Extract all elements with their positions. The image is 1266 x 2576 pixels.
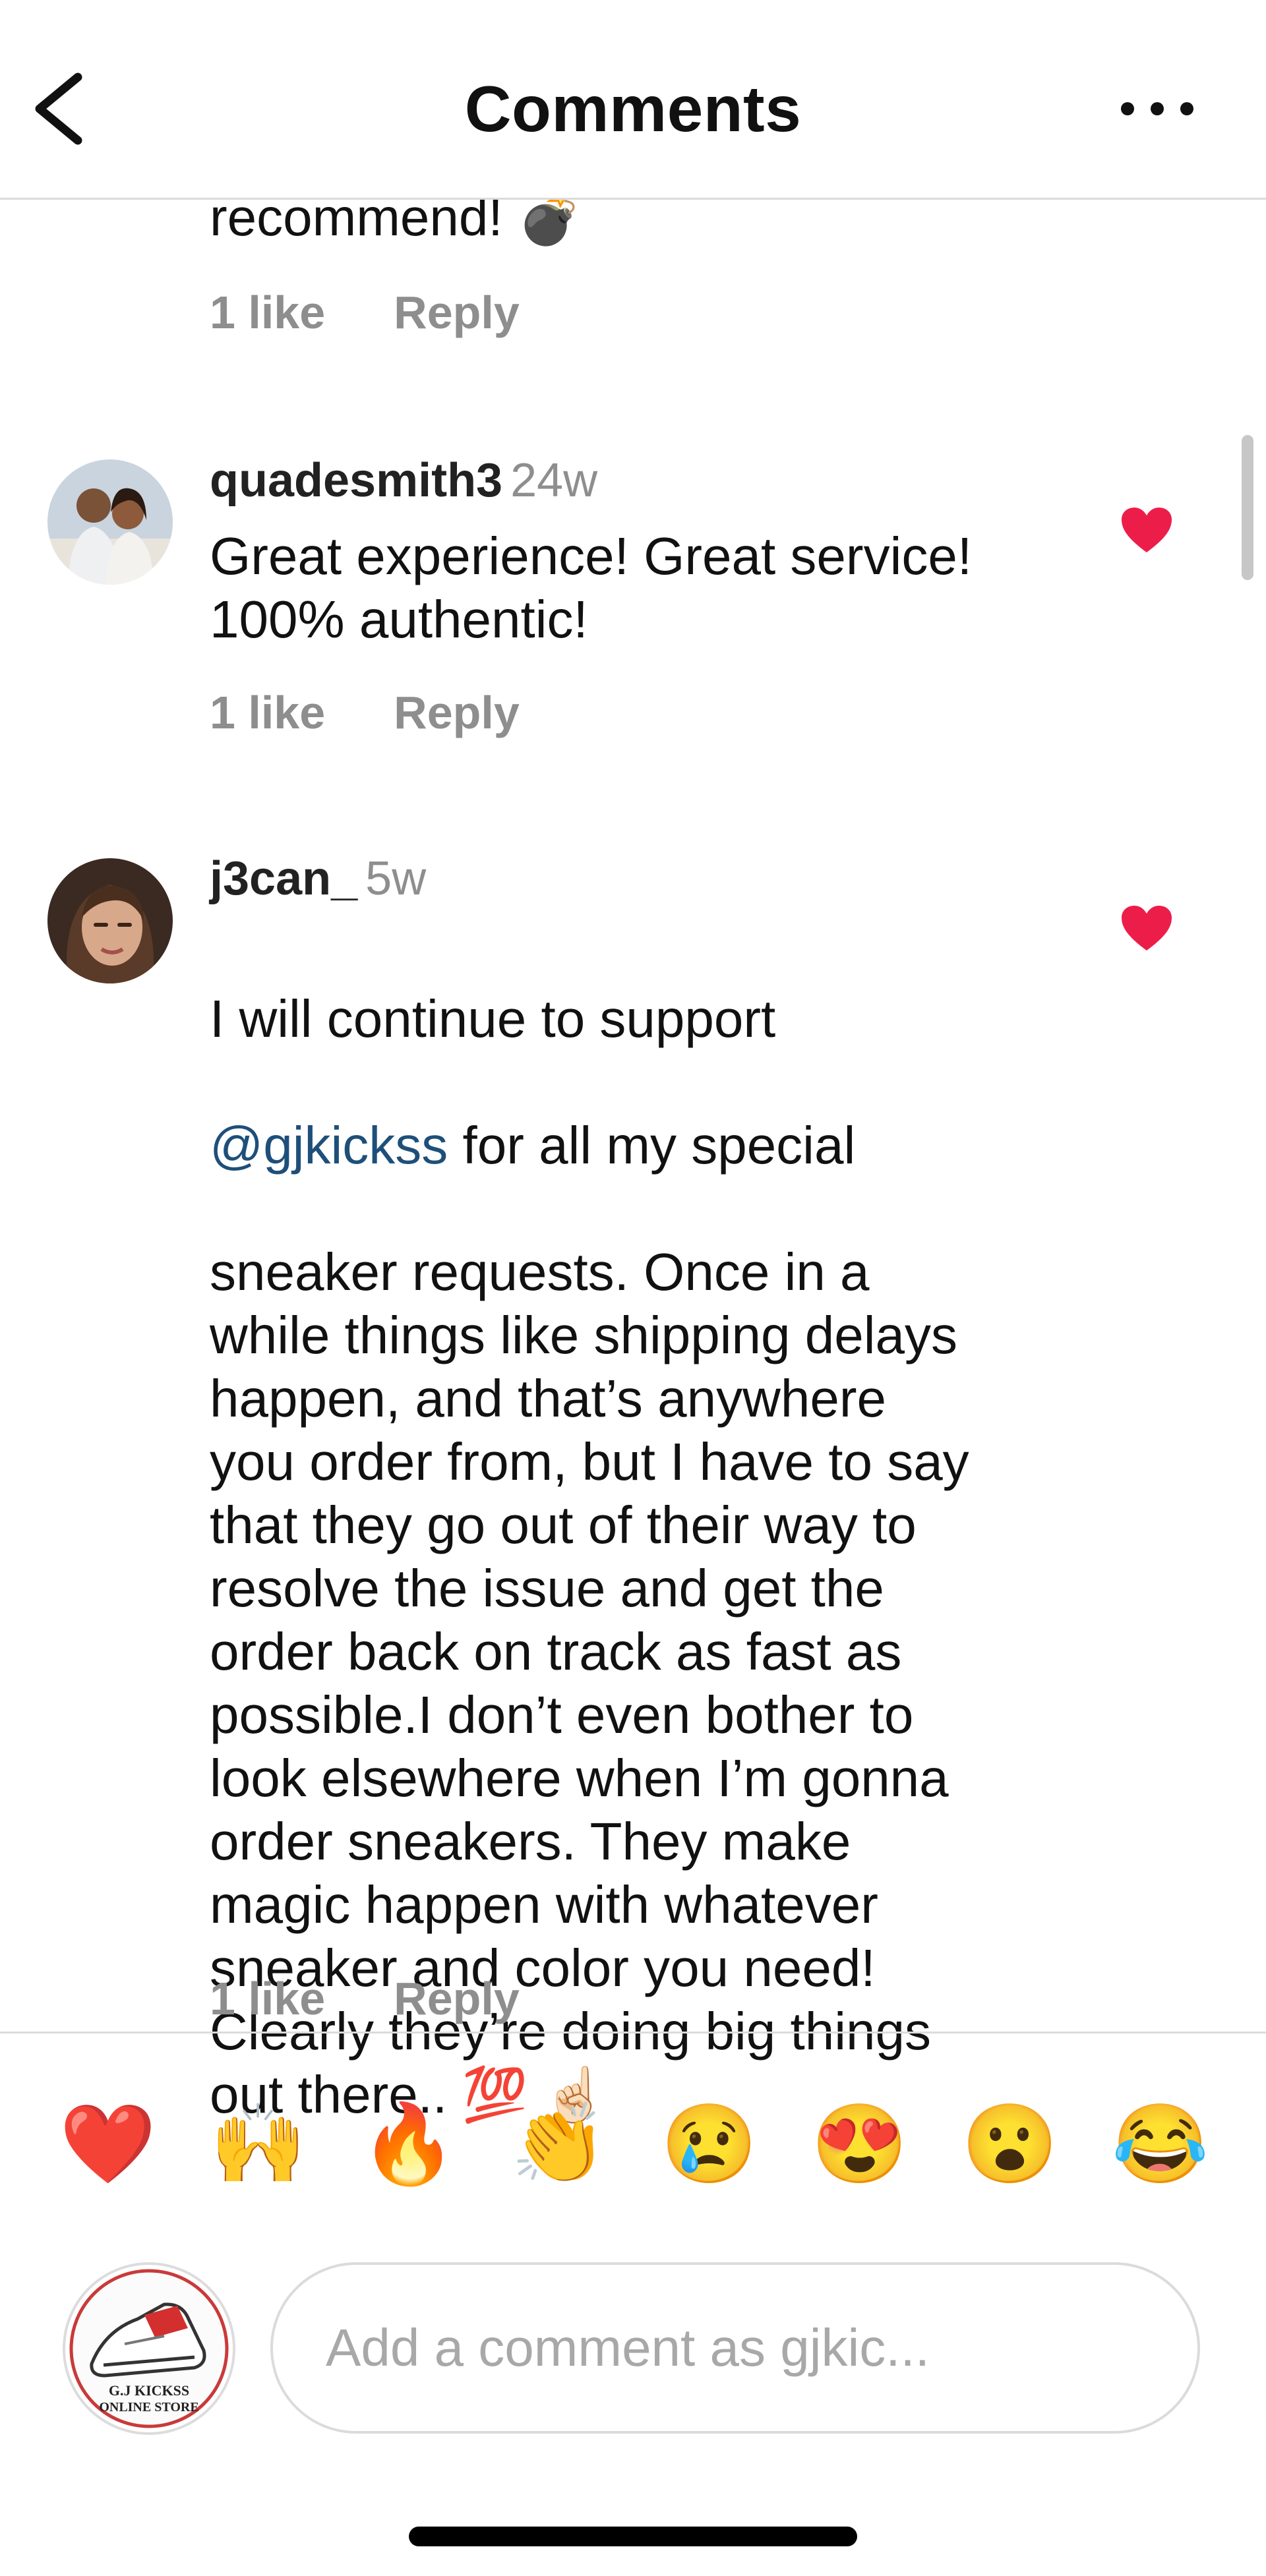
emoji-heart-eyes-button[interactable]: 😍	[811, 2098, 908, 2190]
emoji-crying-button[interactable]: 😢	[661, 2098, 758, 2190]
emoji-clap-button[interactable]: 👏	[510, 2098, 607, 2190]
more-options-button[interactable]	[1114, 89, 1200, 129]
emoji-surprised-button[interactable]: 😮	[961, 2098, 1058, 2190]
comment-header: j3can_ 5w	[210, 850, 426, 907]
reply-button[interactable]: Reply	[394, 687, 520, 738]
emoji-heart-button[interactable]: ❤️	[59, 2098, 156, 2190]
likes-count[interactable]: 1 like	[210, 687, 325, 738]
comment-input[interactable]	[270, 2262, 1200, 2434]
avatar[interactable]	[47, 858, 173, 983]
user-photo	[47, 858, 173, 983]
comment-text: Great experience! Great service! 100% au…	[210, 527, 973, 649]
likes-count[interactable]: 1 like	[210, 1973, 325, 2024]
username[interactable]: j3can_	[210, 852, 357, 905]
emoji-raised-hands-button[interactable]: 🙌	[210, 2098, 307, 2190]
comment-text-segment: for all my special	[448, 1116, 856, 1175]
mention-link[interactable]: @gjkickss	[210, 1116, 448, 1175]
emoji-laughing-button[interactable]: 😂	[1112, 2098, 1209, 2190]
reply-button[interactable]: Reply	[394, 1973, 520, 2024]
like-heart-icon[interactable]	[1120, 904, 1173, 952]
reply-button[interactable]: Reply	[394, 287, 520, 338]
likes-count[interactable]: 1 like	[210, 287, 325, 338]
emoji-fire-button[interactable]: 🔥	[360, 2098, 457, 2190]
timestamp: 5w	[365, 852, 427, 905]
comment-text: I will continue to support @gjkickss for…	[210, 924, 1067, 2126]
like-heart-icon[interactable]	[1120, 506, 1173, 554]
divider	[0, 2032, 1266, 2034]
username[interactable]: quadesmith3	[210, 454, 502, 507]
home-indicator[interactable]	[409, 2527, 857, 2546]
header-bar: Comments	[0, 0, 1266, 200]
comment-meta: 1 like Reply	[210, 1971, 520, 2026]
page-title: Comments	[464, 73, 802, 145]
comment-header: quadesmith3 24w	[210, 452, 597, 509]
scrollbar[interactable]	[1242, 435, 1253, 580]
comment-meta: 1 like Reply	[210, 285, 520, 340]
avatar[interactable]	[47, 459, 173, 585]
more-dots-icon	[1121, 102, 1134, 115]
logo-text: G.J KICKSS	[109, 2382, 189, 2399]
comment-text-line: I will continue to support	[210, 989, 776, 1048]
current-user-avatar: G.J KICKSS ONLINE STORE	[63, 2262, 235, 2435]
chevron-left-icon	[35, 73, 82, 145]
comment-meta: 1 like Reply	[210, 685, 520, 740]
store-logo: G.J KICKSS ONLINE STORE	[69, 2269, 229, 2428]
logo-text: ONLINE STORE	[99, 2400, 198, 2415]
back-button[interactable]	[26, 63, 99, 155]
user-photo	[47, 459, 173, 585]
timestamp: 24w	[510, 454, 598, 507]
